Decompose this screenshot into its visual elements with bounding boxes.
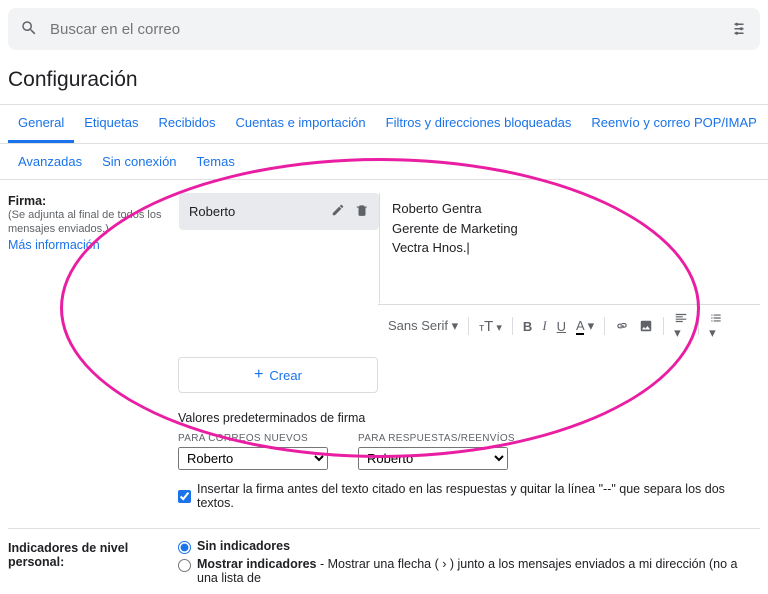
- signature-more-info-link[interactable]: Más información: [8, 238, 100, 252]
- tab-themes[interactable]: Temas: [187, 144, 245, 179]
- signature-line: Gerente de Marketing: [392, 219, 747, 239]
- signature-item-name: Roberto: [189, 204, 235, 219]
- insert-before-quote-checkbox[interactable]: [178, 490, 191, 503]
- text-color-icon[interactable]: A ▾: [576, 318, 594, 334]
- signature-line: Vectra Hnos.|: [392, 238, 747, 258]
- create-signature-button[interactable]: + Crear: [178, 357, 378, 393]
- search-icon: [20, 19, 38, 40]
- tab-accounts[interactable]: Cuentas e importación: [226, 105, 376, 143]
- italic-icon[interactable]: I: [542, 318, 546, 334]
- tune-icon[interactable]: [730, 19, 748, 40]
- signature-item[interactable]: Roberto: [179, 193, 379, 230]
- indicators-none-label: Sin indicadores: [197, 539, 290, 553]
- tab-advanced[interactable]: Avanzadas: [8, 144, 92, 179]
- align-icon[interactable]: ▾: [674, 311, 688, 341]
- edit-icon[interactable]: [331, 203, 345, 220]
- signature-toolbar: Sans Serif ▾ тT ▾ B I U A ▾ ▾ ▾: [378, 304, 760, 347]
- indicators-show-label: Mostrar indicadores: [197, 557, 316, 571]
- indicators-none-radio[interactable]: [178, 541, 191, 554]
- page-title: Configuración: [8, 68, 768, 92]
- tab-inbox[interactable]: Recibidos: [148, 105, 225, 143]
- font-selector[interactable]: Sans Serif ▾: [388, 318, 458, 334]
- new-mail-sig-label: PARA CORREOS NUEVOS: [178, 433, 328, 444]
- settings-subtabs: Avanzadas Sin conexión Temas: [0, 144, 768, 180]
- reply-sig-select[interactable]: Roberto: [358, 447, 508, 470]
- delete-icon[interactable]: [355, 203, 369, 220]
- tab-offline[interactable]: Sin conexión: [92, 144, 186, 179]
- new-mail-sig-select[interactable]: Roberto: [178, 447, 328, 470]
- underline-icon[interactable]: U: [557, 319, 566, 334]
- indicators-show-radio[interactable]: [178, 559, 191, 572]
- plus-icon: +: [254, 366, 263, 384]
- signature-list: Roberto: [179, 193, 379, 303]
- tab-general[interactable]: General: [8, 105, 74, 143]
- tab-filters[interactable]: Filtros y direcciones bloqueadas: [376, 105, 582, 143]
- signature-line: Roberto Gentra: [392, 199, 747, 219]
- search-bar[interactable]: [8, 8, 760, 50]
- tab-labels[interactable]: Etiquetas: [74, 105, 148, 143]
- insert-before-quote-label: Insertar la firma antes del texto citado…: [197, 482, 760, 510]
- list-icon[interactable]: ▾: [709, 311, 723, 341]
- font-size-icon[interactable]: тT ▾: [479, 318, 502, 335]
- signature-label: Firma:: [8, 194, 178, 208]
- image-icon[interactable]: [639, 319, 653, 333]
- indicators-label: Indicadores de nivel personal:: [8, 541, 178, 569]
- reply-sig-label: PARA RESPUESTAS/REENVÍOS: [358, 433, 515, 444]
- bold-icon[interactable]: B: [523, 319, 532, 334]
- tab-forwarding[interactable]: Reenvío y correo POP/IMAP: [581, 105, 766, 143]
- signature-sublabel: (Se adjunta al final de todos los mensaj…: [8, 208, 178, 237]
- settings-tabs: General Etiquetas Recibidos Cuentas e im…: [0, 104, 768, 144]
- link-icon[interactable]: [615, 319, 629, 333]
- signature-defaults-title: Valores predeterminados de firma: [178, 411, 760, 425]
- signature-editor[interactable]: Roberto Gentra Gerente de Marketing Vect…: [379, 193, 759, 303]
- search-input[interactable]: [50, 21, 730, 38]
